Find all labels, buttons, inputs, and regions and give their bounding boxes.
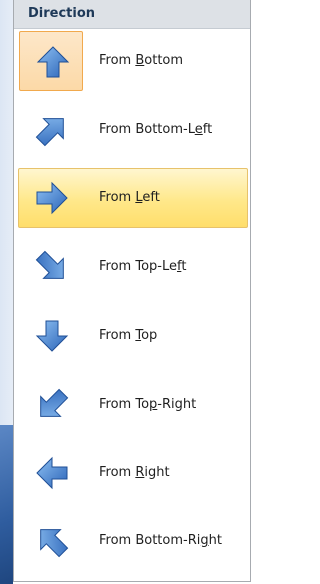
menu-item-label: From Top-Right <box>99 397 197 412</box>
icon-frame <box>19 443 83 503</box>
menu-item-label: From Bottom <box>99 53 184 68</box>
menu-item-from-top-left[interactable]: From Top-Left <box>18 237 248 297</box>
menu-item-from-left[interactable]: From Left <box>18 168 248 228</box>
icon-frame <box>19 237 83 297</box>
menu-item-from-right[interactable]: From Right <box>18 443 248 503</box>
menu-item-label: From Right <box>99 465 170 480</box>
document-thumbnail-edge <box>0 425 13 584</box>
icon-frame <box>19 511 83 571</box>
icon-frame <box>19 306 83 366</box>
menu-item-label: From Bottom-Right <box>99 533 222 548</box>
arrow-left-icon <box>36 456 68 490</box>
direction-dropdown-menu: Direction From Bottom From Bottom-Left F… <box>13 0 251 582</box>
icon-frame <box>19 168 83 228</box>
arrow-up-left-icon <box>40 529 69 558</box>
arrow-up-icon <box>36 46 70 78</box>
menu-item-label: From Top <box>99 328 158 343</box>
arrow-down-left-icon <box>40 388 69 417</box>
icon-frame <box>19 375 83 435</box>
menu-item-from-bottom-left[interactable]: From Bottom-Left <box>18 100 248 160</box>
menu-item-label: From Left <box>99 190 160 205</box>
arrow-down-icon <box>35 320 69 352</box>
menu-item-from-bottom-right[interactable]: From Bottom-Right <box>18 511 248 571</box>
background-application <box>0 0 13 584</box>
menu-item-label: From Top-Left <box>99 259 187 274</box>
icon-frame <box>19 100 83 160</box>
menu-item-from-top[interactable]: From Top <box>18 306 248 366</box>
menu-item-from-bottom[interactable]: From Bottom <box>18 31 248 91</box>
arrow-up-right-icon <box>35 118 64 147</box>
arrow-down-right-icon <box>35 250 64 279</box>
menu-header: Direction <box>14 0 250 29</box>
menu-item-from-top-right[interactable]: From Top-Right <box>18 375 248 435</box>
menu-item-label: From Bottom-Left <box>99 122 213 137</box>
icon-frame <box>19 31 83 91</box>
arrow-right-icon <box>36 181 68 215</box>
